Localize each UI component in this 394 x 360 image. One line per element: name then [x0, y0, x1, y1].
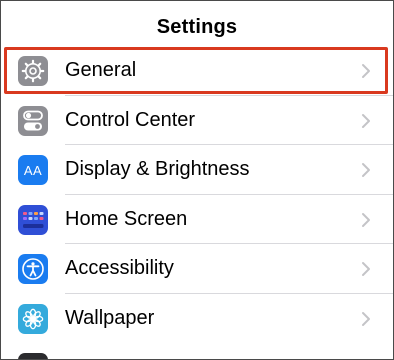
settings-row-display-brightness[interactable]: AA Display & Brightness — [1, 145, 393, 195]
settings-row-label: Wallpaper — [65, 306, 155, 329]
chevron-right-icon — [362, 311, 370, 326]
accessibility-icon — [18, 254, 48, 284]
screenshot-frame: Settings General Control Center AA Displ… — [0, 0, 394, 360]
settings-row-control-center[interactable]: Control Center — [1, 96, 393, 145]
settings-row-accessibility[interactable]: Accessibility — [1, 244, 393, 294]
chevron-right-icon — [362, 212, 370, 227]
settings-row-label: Home Screen — [65, 207, 188, 230]
chevron-right-icon — [362, 64, 370, 78]
settings-row-wallpaper[interactable]: Wallpaper — [1, 294, 393, 344]
gear-icon — [18, 56, 48, 86]
text-size-glyph: AA — [23, 162, 43, 178]
settings-row-label: Control Center — [65, 108, 196, 131]
settings-row-label: Display & Brightness — [65, 158, 250, 181]
settings-row-label: General — [65, 59, 137, 82]
navigation-bar: Settings — [1, 1, 393, 45]
chevron-right-icon — [362, 163, 370, 177]
settings-row-general[interactable]: General — [1, 46, 393, 96]
settings-row-home-screen[interactable]: Home Screen — [1, 195, 393, 244]
toggles-icon — [18, 105, 48, 136]
text-size-icon: AA — [18, 155, 48, 185]
settings-list: General Control Center AA Display & Brig… — [1, 46, 393, 343]
settings-row-label: Accessibility — [65, 257, 174, 280]
partial-next-row-icon — [18, 353, 48, 359]
chevron-right-icon — [362, 262, 370, 276]
home-grid-icon — [18, 204, 48, 235]
chevron-right-icon — [362, 113, 370, 128]
page-title: Settings — [156, 15, 238, 38]
flower-icon — [18, 303, 48, 334]
